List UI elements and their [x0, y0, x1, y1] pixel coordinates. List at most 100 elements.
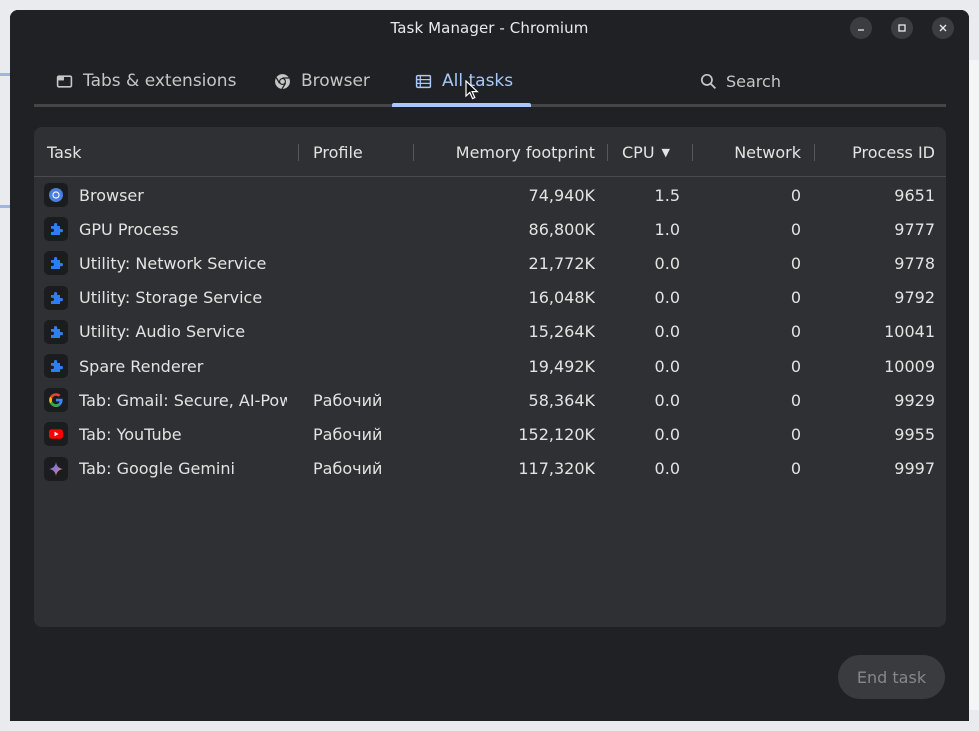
network-value: 0 [790, 459, 801, 479]
sort-descending-icon: ▼ [661, 145, 670, 159]
cpu-value: 0.0 [654, 288, 680, 308]
process-id-value: 9792 [894, 288, 935, 308]
profile-name [313, 212, 408, 246]
memory-value: 21,772K [528, 253, 595, 273]
profile-name [313, 178, 408, 212]
task-table: Task Profile Memory footprint CPU ▼ Netw… [34, 127, 946, 627]
puzzle-icon [44, 217, 68, 242]
column-memory[interactable]: Memory footprint [424, 127, 595, 177]
puzzle-icon [44, 251, 68, 276]
column-network[interactable]: Network [704, 127, 801, 177]
table-row[interactable]: Tab: Google Gemini Рабочий 117,320K 0.0 0 999… [34, 452, 946, 486]
column-task[interactable]: Task [47, 127, 82, 177]
cpu-value: 0.0 [654, 356, 680, 376]
memory-value: 19,492K [528, 356, 595, 376]
table-row[interactable]: Utility: Audio Service 15,264K 0.0 0 10041 [34, 315, 946, 349]
process-id-value: 9777 [894, 219, 935, 239]
task-name: Browser [79, 185, 144, 205]
title-bar: Task Manager - Chromium [10, 10, 969, 46]
cpu-value: 0.0 [654, 424, 680, 444]
column-divider[interactable] [607, 144, 608, 161]
memory-value: 15,264K [528, 322, 595, 342]
list-icon [415, 74, 432, 88]
search-button[interactable]: Search [700, 58, 781, 104]
profile-name [313, 349, 408, 383]
task-name: Utility: Audio Service [79, 322, 246, 342]
task-manager-window: Task Manager - Chromium Tabs & extension… [10, 10, 969, 721]
memory-value: 74,940K [528, 185, 595, 205]
chromium-icon [44, 183, 68, 207]
process-id-value: 9651 [894, 185, 935, 205]
process-id-value: 10041 [884, 322, 935, 342]
tab-tabs-extensions[interactable]: Tabs & extensions [56, 58, 236, 104]
table-row[interactable]: Browser 74,940K 1.5 0 9651 [34, 178, 946, 212]
memory-value: 58,364K [528, 390, 595, 410]
puzzle-icon [44, 285, 68, 310]
tab-bar: Tabs & extensions Browser All tasks Sear… [34, 46, 946, 108]
close-button[interactable] [932, 17, 954, 39]
profile-name [313, 246, 408, 280]
network-value: 0 [790, 185, 801, 205]
process-id-value: 9955 [894, 424, 935, 444]
table-row[interactable]: Tab: Gmail: Secure, AI-Powe Рабочий 58,364… [34, 383, 946, 417]
column-cpu[interactable]: CPU ▼ [622, 127, 670, 177]
tab-label: Browser [301, 71, 370, 91]
table-row[interactable]: Utility: Network Service 21,772K 0.0 0 9778 [34, 246, 946, 280]
maximize-button[interactable] [891, 17, 913, 39]
search-label: Search [726, 71, 781, 91]
memory-value: 16,048K [528, 288, 595, 308]
column-divider[interactable] [692, 144, 693, 161]
google-icon [44, 388, 68, 413]
table-row[interactable]: Tab: YouTube Рабочий 152,120K 0.0 0 9955 [34, 417, 946, 451]
task-name: Tab: Gmail: Secure, AI-Powe [79, 390, 287, 410]
column-divider[interactable] [298, 144, 299, 161]
column-divider[interactable] [413, 144, 414, 161]
table-row[interactable]: Utility: Storage Service 16,048K 0.0 0 9792 [34, 281, 946, 315]
active-tab-indicator [392, 103, 531, 107]
column-profile[interactable]: Profile [313, 127, 363, 177]
network-value: 0 [790, 390, 801, 410]
network-value: 0 [790, 288, 801, 308]
puzzle-icon [44, 319, 68, 344]
column-divider[interactable] [814, 144, 815, 161]
profile-name: Рабочий [313, 424, 383, 444]
tab-icon [56, 74, 73, 88]
chrome-icon [275, 73, 290, 89]
network-value: 0 [790, 424, 801, 444]
table-row[interactable]: GPU Process 86,800K 1.0 0 9777 [34, 212, 946, 246]
task-name: Tab: YouTube [79, 424, 182, 444]
memory-value: 117,320K [518, 459, 595, 479]
cpu-value: 0.0 [654, 322, 680, 342]
background-page [0, 73, 10, 76]
end-task-button[interactable]: End task [838, 655, 945, 699]
process-id-value: 9778 [894, 253, 935, 273]
task-name: Tab: Google Gemini [79, 459, 235, 479]
youtube-icon [44, 422, 68, 447]
cpu-value: 0.0 [654, 390, 680, 410]
table-header: Task Profile Memory footprint CPU ▼ Netw… [34, 127, 946, 177]
close-icon [939, 24, 947, 32]
process-id-value: 10009 [884, 356, 935, 376]
column-process-id[interactable]: Process ID [824, 127, 935, 177]
task-name: GPU Process [79, 219, 179, 239]
table-row[interactable]: Spare Renderer 19,492K 0.0 0 10009 [34, 349, 946, 383]
process-id-value: 9929 [894, 390, 935, 410]
task-name: Spare Renderer [79, 356, 204, 376]
maximize-icon [898, 24, 906, 32]
memory-value: 86,800K [528, 219, 595, 239]
cpu-value: 0.0 [654, 459, 680, 479]
minimize-button[interactable] [850, 17, 872, 39]
profile-name [313, 281, 408, 315]
tab-browser[interactable]: Browser [274, 58, 370, 104]
cpu-value: 0.0 [654, 253, 680, 273]
task-name: Utility: Network Service [79, 253, 267, 273]
memory-value: 152,120K [518, 424, 595, 444]
mouse-pointer-icon [465, 80, 479, 100]
profile-name [313, 315, 408, 349]
tab-label: Tabs & extensions [83, 71, 237, 91]
window-title: Task Manager - Chromium [390, 19, 589, 37]
network-value: 0 [790, 219, 801, 239]
puzzle-icon [44, 354, 68, 378]
cpu-value: 1.5 [654, 185, 680, 205]
background-page [0, 205, 10, 208]
